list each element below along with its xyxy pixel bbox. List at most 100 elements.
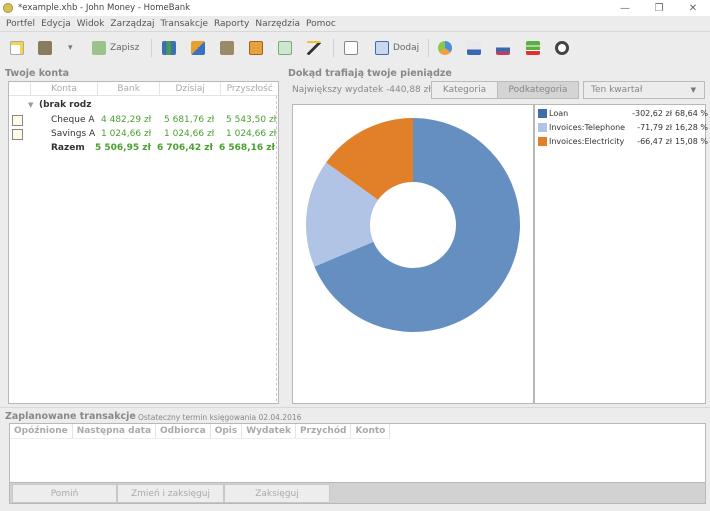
col-przychod[interactable]: Przychód (296, 424, 352, 438)
skip-button[interactable]: Pomiń (12, 484, 117, 503)
post-button[interactable]: Zaksięguj (224, 484, 330, 503)
legend-amount: -66,47 zł (637, 136, 672, 146)
people-icon (191, 41, 205, 55)
account-row[interactable]: Savings A 1 024,66 zł 1 024,66 zł 1 024,… (9, 127, 278, 141)
budget-button[interactable] (278, 39, 296, 57)
col-odbiorca[interactable]: Odbiorca (156, 424, 211, 438)
menu-narzedzia[interactable]: Narzędzia (255, 19, 300, 29)
account-future: 1 024,66 zł (226, 129, 277, 139)
legend-item[interactable]: Loan -302,62 zł 68,64 % (538, 107, 708, 119)
legend-item[interactable]: Invoices:Telephone -71,79 zł 16,28 % (538, 121, 708, 133)
window-title: *example.xhb - John Money - HomeBank (18, 3, 191, 13)
expander-icon[interactable]: ▼ (28, 101, 33, 109)
scheduled-subtitle: Ostateczny termin księgowania 02.04.2016 (138, 413, 301, 422)
period-select[interactable]: Ten kwartał ▼ (583, 81, 705, 99)
account-bank: 1 024,66 zł (101, 129, 152, 139)
accounts-tree[interactable]: Konta Bank Dzisiaj Przyszłość ▼ (brak ro… (8, 81, 279, 404)
tab-kategoria[interactable]: Kategoria (432, 82, 498, 98)
spending-title: Dokąd trafiają twoje pieniądze (288, 68, 452, 79)
balance-report-button[interactable] (496, 39, 514, 57)
add-label: Dodaj (393, 43, 420, 53)
add-transaction-button[interactable]: Dodaj (375, 39, 419, 57)
group-row[interactable]: ▼ (brak rodz (9, 98, 278, 112)
col-nastepna-data[interactable]: Następna data (73, 424, 157, 438)
col-bank[interactable]: Bank (98, 82, 160, 95)
col-icon (9, 82, 31, 95)
legend-amount: -71,79 zł (637, 122, 672, 132)
envelope-money-icon (278, 41, 292, 55)
category-toggle: Kategoria Podkategoria (431, 81, 579, 99)
save-icon (92, 41, 106, 55)
col-przyszlosc[interactable]: Przyszłość (221, 82, 278, 95)
stats-report-button[interactable] (438, 39, 456, 57)
scheduled-actions: Pomiń Zmień i zaksięguj Zaksięguj (9, 483, 706, 504)
legend-label: Loan (549, 108, 569, 118)
vehicle-cost-button[interactable] (555, 39, 573, 57)
close-button[interactable]: ✕ (676, 0, 710, 16)
budget-report-button[interactable] (526, 39, 544, 57)
payees-button[interactable] (191, 39, 209, 57)
total-future: 6 568,16 zł (219, 143, 275, 153)
categories-button[interactable] (220, 39, 238, 57)
magic-wand-icon (307, 41, 321, 55)
open-book-icon (344, 41, 358, 55)
edit-and-post-button[interactable]: Zmień i zaksięguj (117, 484, 224, 503)
edit-pencil-icon (12, 114, 23, 126)
assistant-button[interactable] (307, 39, 325, 57)
budget-bars-icon (526, 41, 540, 55)
accounts-header: Konta Bank Dzisiaj Przyszłość (9, 82, 278, 96)
minimize-button[interactable]: — (608, 0, 642, 16)
menu-transakcje[interactable]: Transakcje (160, 19, 208, 29)
divider (0, 407, 710, 408)
menu-raporty[interactable]: Raporty (214, 19, 249, 29)
accounts-button[interactable] (162, 39, 180, 57)
toolbar-separator (151, 39, 152, 57)
scheduled-title: Zaplanowane transakcje (5, 411, 136, 422)
menu-pomoc[interactable]: Pomoc (306, 19, 336, 29)
col-dzisiaj[interactable]: Dzisiaj (160, 82, 222, 95)
restore-button[interactable]: ❐ (642, 0, 676, 16)
chart-legend: Loan -302,62 zł 68,64 % Invoices:Telephone -… (534, 104, 708, 404)
menu-portfel[interactable]: Portfel (6, 19, 35, 29)
accounts-title: Twoje konta (5, 68, 70, 79)
donut-chart (306, 118, 520, 332)
legend-percent: 16,28 % (674, 122, 708, 132)
chevron-down-icon: ▼ (690, 86, 696, 94)
toolbar-separator (333, 39, 334, 57)
scrollbar[interactable] (276, 96, 277, 401)
title-bar: *example.xhb - John Money - HomeBank — ❐… (0, 0, 710, 16)
scheduled-list[interactable]: Opóźnione Następna data Odbiorca Opis Wy… (9, 423, 706, 483)
save-button[interactable]: Zapisz (92, 39, 139, 57)
tab-podkategoria[interactable]: Podkategoria (498, 82, 578, 98)
accounts-book-icon (162, 41, 176, 55)
account-bank: 4 482,29 zł (101, 115, 152, 125)
menu-widok[interactable]: Widok (77, 19, 105, 29)
account-future: 5 543,50 zł (226, 115, 277, 125)
legend-item[interactable]: Invoices:Electricity -66,47 zł 15,08 % (538, 135, 708, 147)
recent-dropdown-button[interactable]: ▾ (68, 39, 73, 57)
account-row[interactable]: Cheque A 4 482,29 zł 5 681,76 zł 5 543,5… (9, 113, 278, 127)
menu-zarzadzaj[interactable]: Zarządzaj (110, 19, 154, 29)
col-konta[interactable]: Konta (31, 82, 99, 95)
trend-report-button[interactable] (467, 39, 485, 57)
new-file-icon (10, 41, 24, 55)
account-today: 5 681,76 zł (164, 115, 215, 125)
open-file-button[interactable] (38, 39, 56, 57)
register-button[interactable] (344, 39, 362, 57)
legend-label: Invoices:Telephone (549, 122, 626, 132)
col-opis[interactable]: Opis (211, 424, 243, 438)
new-file-button[interactable] (10, 39, 28, 57)
account-today: 1 024,66 zł (164, 129, 215, 139)
menu-edycja[interactable]: Edycja (41, 19, 71, 29)
largest-expense: Największy wydatek -440,88 zł (292, 85, 431, 95)
total-row: Razem 5 506,95 zł 6 706,42 zł 6 568,16 z… (9, 141, 278, 155)
legend-swatch (538, 122, 547, 132)
col-wydatek[interactable]: Wydatek (242, 424, 296, 438)
total-today: 6 706,42 zł (157, 143, 213, 153)
pie-chart-icon (438, 41, 452, 55)
col-konto[interactable]: Konto (351, 424, 391, 438)
scheduled-button[interactable] (249, 39, 267, 57)
deadline-label: Ostateczny termin księgowania (138, 413, 257, 422)
trend-chart-icon (467, 41, 481, 55)
col-opoznione[interactable]: Opóźnione (10, 424, 73, 438)
